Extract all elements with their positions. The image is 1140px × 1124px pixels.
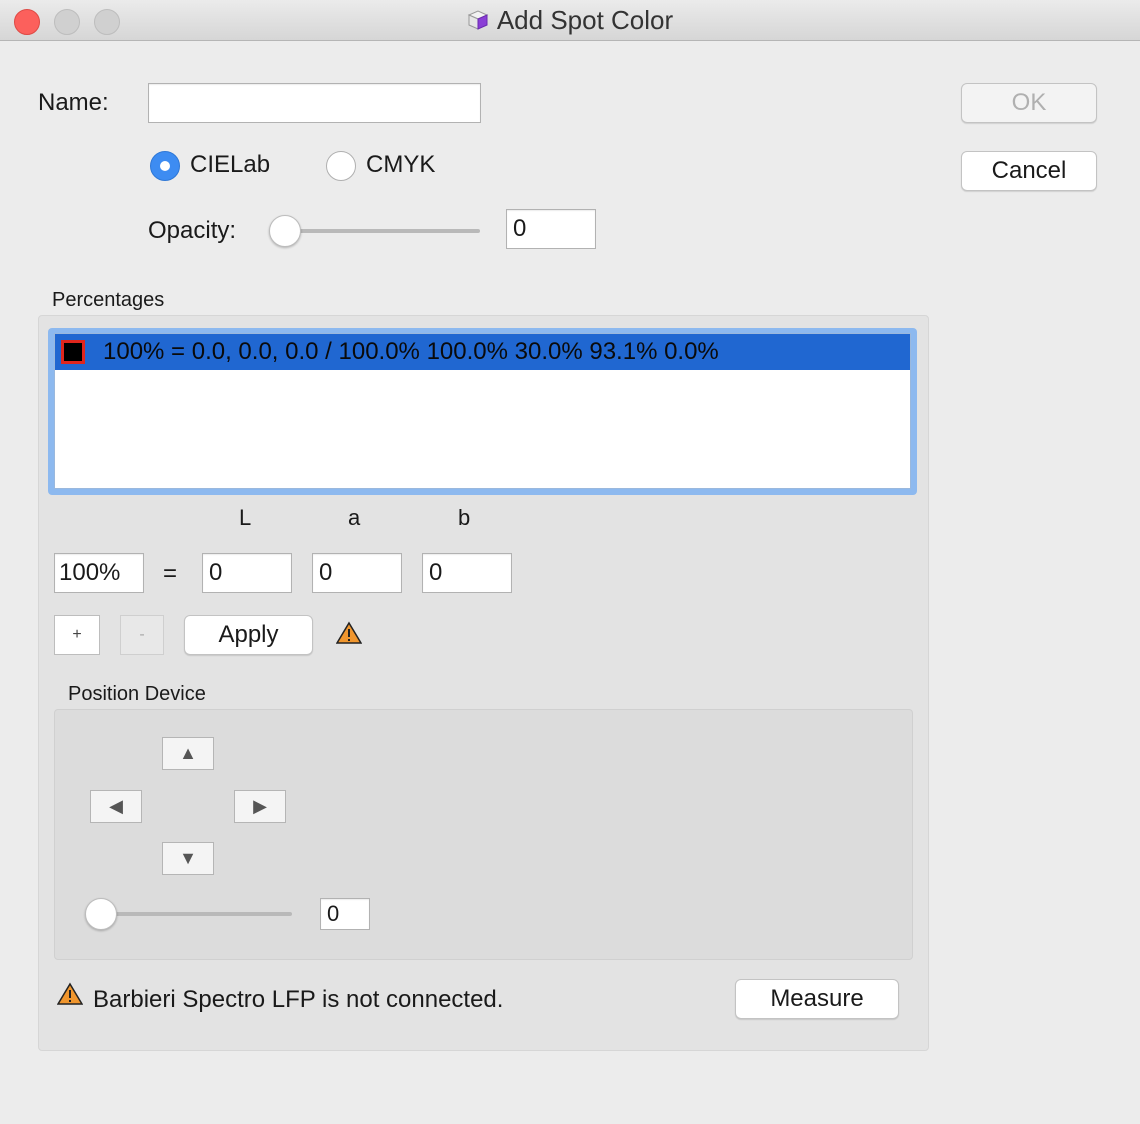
measure-button[interactable]: Measure <box>735 979 899 1019</box>
color-swatch <box>61 340 85 364</box>
b-value-input[interactable]: 0 <box>422 553 512 593</box>
add-row-button[interactable]: + <box>54 615 100 655</box>
column-header-a: a <box>348 505 361 530</box>
cancel-button[interactable]: Cancel <box>961 151 1097 191</box>
remove-row-button[interactable]: - <box>120 615 164 655</box>
position-slider-knob[interactable] <box>85 898 117 930</box>
position-device-section-label: Position Device <box>68 683 206 705</box>
warning-icon <box>336 621 362 644</box>
window-title: Add Spot Color <box>496 4 674 35</box>
cielab-radio[interactable] <box>150 151 180 181</box>
opacity-slider-track[interactable] <box>280 229 480 233</box>
move-up-button[interactable]: ▲ <box>162 737 214 770</box>
move-left-button[interactable]: ◀ <box>90 790 142 823</box>
equals-sign: = <box>163 560 178 587</box>
list-item-text: 100% = 0.0, 0.0, 0.0 / 100.0% 100.0% 30.… <box>103 338 719 365</box>
move-down-button[interactable]: ▼ <box>162 842 214 875</box>
opacity-label: Opacity: <box>148 217 237 244</box>
cielab-radio-label: CIELab <box>190 151 271 178</box>
device-status-message: Barbieri Spectro LFP is not connected. <box>93 986 504 1013</box>
status-warning-icon <box>57 982 83 1005</box>
app-icon <box>467 10 489 30</box>
opacity-value-input[interactable]: 0 <box>506 209 596 249</box>
percent-input[interactable]: 100% <box>54 553 144 593</box>
position-slider-track[interactable] <box>96 912 292 916</box>
column-header-b: b <box>458 505 471 530</box>
opacity-slider-knob[interactable] <box>269 215 301 247</box>
name-input[interactable] <box>148 83 481 123</box>
percentages-section-label: Percentages <box>52 289 165 311</box>
percentages-list[interactable]: 100% = 0.0, 0.0, 0.0 / 100.0% 100.0% 30.… <box>54 333 911 489</box>
l-value-input[interactable]: 0 <box>202 553 292 593</box>
cmyk-radio-label: CMYK <box>366 151 436 178</box>
cmyk-radio[interactable] <box>326 151 356 181</box>
a-value-input[interactable]: 0 <box>312 553 402 593</box>
name-label: Name: <box>38 89 109 116</box>
ok-button[interactable]: OK <box>961 83 1097 123</box>
column-header-l: L <box>239 505 252 530</box>
list-item[interactable]: 100% = 0.0, 0.0, 0.0 / 100.0% 100.0% 30.… <box>55 334 910 370</box>
apply-button[interactable]: Apply <box>184 615 313 655</box>
window-title-area: Add Spot Color <box>0 0 1140 40</box>
position-value-input[interactable]: 0 <box>320 898 370 930</box>
move-right-button[interactable]: ▶ <box>234 790 286 823</box>
